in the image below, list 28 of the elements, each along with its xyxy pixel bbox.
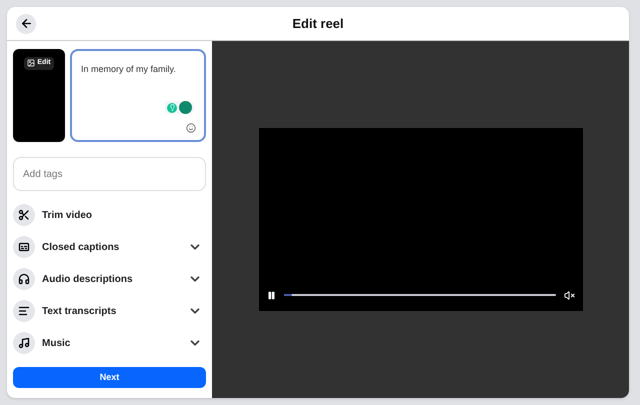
option-label: Trim video [42, 208, 92, 222]
back-arrow-icon [20, 17, 32, 30]
pause-button[interactable] [266, 290, 276, 300]
option-row[interactable]: Music [13, 327, 206, 359]
option-label: Music [42, 336, 70, 350]
text-lines-icon [13, 300, 35, 322]
scissors-icon [13, 204, 35, 226]
option-row[interactable]: Audio descriptions [13, 263, 206, 295]
option-row[interactable]: Closed captions [13, 231, 206, 263]
next-button[interactable]: Next [13, 367, 206, 388]
music-note-icon [13, 332, 35, 354]
caption-field[interactable]: In memory of my family. [70, 49, 206, 142]
option-label: Audio descriptions [42, 272, 133, 286]
back-button[interactable] [16, 14, 36, 34]
caption-text: In memory of my family. [81, 63, 177, 76]
option-row[interactable]: Text transcripts [13, 295, 206, 327]
tags-field[interactable]: Add tags [13, 157, 206, 191]
captions-icon [13, 236, 35, 258]
lightbulb-icon [167, 102, 177, 112]
option-row[interactable]: Trim video [13, 199, 206, 231]
image-icon [27, 59, 36, 68]
dialog-title: Edit reel [292, 14, 344, 33]
emoji-icon[interactable] [186, 123, 196, 133]
writing-assistant-icons[interactable] [165, 101, 194, 114]
option-label: Text transcripts [42, 304, 116, 318]
muted-speaker-button[interactable] [564, 290, 574, 300]
option-label: Closed captions [42, 240, 120, 254]
headphones-icon [13, 268, 35, 290]
